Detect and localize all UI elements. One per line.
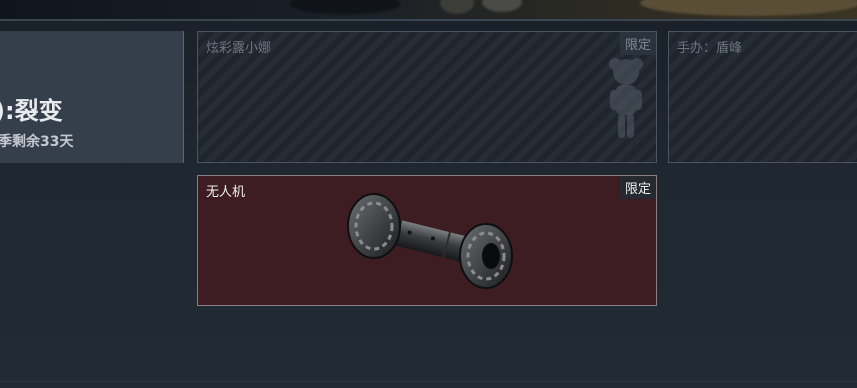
background-scene-strip: [0, 0, 857, 20]
header-divider: [0, 19, 857, 21]
reward-card-name: 无人机: [206, 185, 246, 200]
reward-card-colorful-lunaxiaona[interactable]: 炫彩露小娜 限定: [197, 31, 657, 163]
reward-card-name: 手办：盾峰: [677, 41, 743, 56]
reward-card-name: 炫彩露小娜: [206, 41, 272, 56]
footer-divider: [0, 381, 857, 382]
reward-card-drone[interactable]: 无人机 限定: [197, 175, 657, 306]
reward-screen: ):裂变 季剩余33天 炫彩露小娜 限定 手办：盾峰 无人机 限定: [0, 0, 857, 388]
reward-card-figure-dunfeng[interactable]: 手办：盾峰: [668, 31, 857, 163]
season-panel[interactable]: ):裂变 季剩余33天: [0, 31, 184, 163]
corner-mark: [650, 156, 656, 162]
drone-part-icon: [347, 193, 513, 289]
season-remaining-text: 季剩余33天: [0, 134, 74, 150]
season-title: ):裂变: [0, 97, 63, 125]
doll-figure-icon: [609, 58, 643, 138]
limited-badge: 限定: [619, 176, 656, 199]
corner-mark: [198, 156, 204, 162]
corner-mark: [669, 156, 675, 162]
